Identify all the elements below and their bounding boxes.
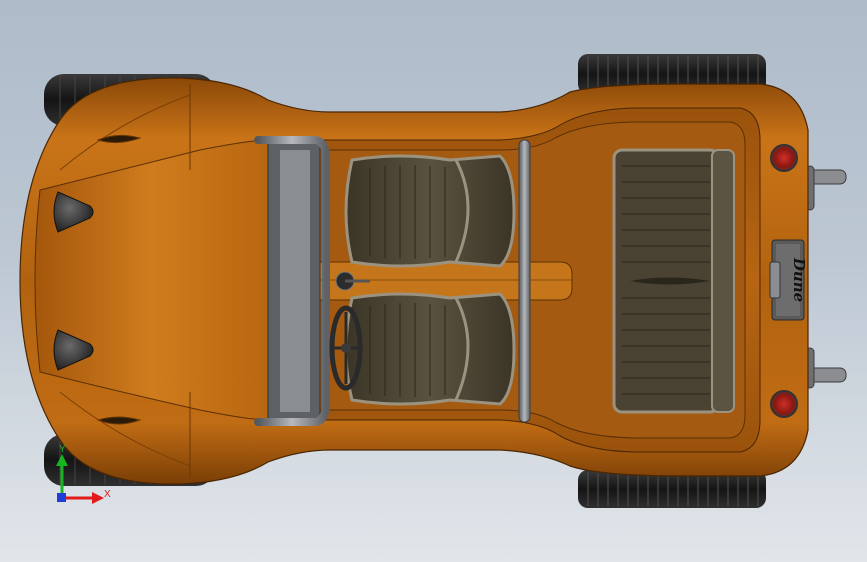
cad-3d-viewport[interactable]: Dune Y X xyxy=(0,0,867,562)
hood-panel xyxy=(34,139,269,421)
tail-light-top xyxy=(770,144,798,172)
rear-roll-bar xyxy=(518,139,531,423)
dune-buggy-model[interactable]: Dune Y X xyxy=(0,0,867,562)
x-axis-label: X xyxy=(104,489,111,500)
rear-bench xyxy=(612,148,735,414)
tail-light-bottom xyxy=(770,390,798,418)
steering-wheel xyxy=(329,305,363,391)
z-axis-marker xyxy=(57,493,66,502)
license-plate-text: Dune xyxy=(790,257,808,302)
windshield-frame xyxy=(254,136,330,426)
x-axis-arrowhead xyxy=(92,492,104,504)
seat-top xyxy=(344,154,516,268)
y-axis-label: Y xyxy=(59,444,66,455)
seat-bottom xyxy=(344,292,516,406)
